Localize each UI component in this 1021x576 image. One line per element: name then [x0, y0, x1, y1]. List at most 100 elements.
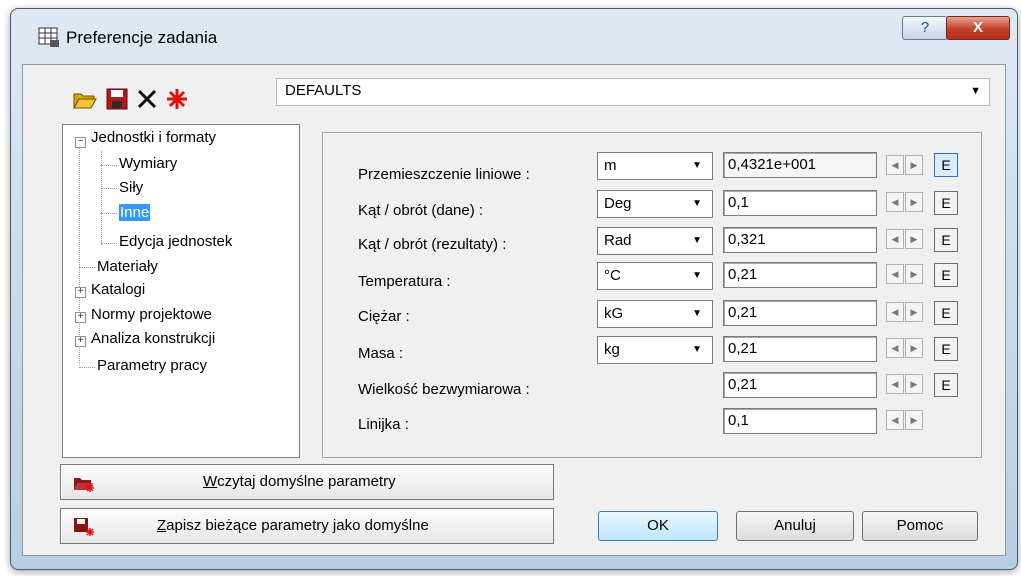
- e-format-button[interactable]: E: [934, 228, 958, 252]
- label-kat-rezultaty: Kąt / obrót (rezultaty) :: [358, 236, 507, 253]
- arrow-right-icon[interactable]: ▶: [905, 338, 923, 358]
- unit-value: kg: [604, 341, 620, 358]
- tree-item-sily[interactable]: Siły: [119, 179, 143, 196]
- chevron-down-icon: ▼: [692, 235, 702, 246]
- label-wielkosc-bezwymiarowa: Wielkość bezwymiarowa :: [358, 381, 530, 398]
- label-ciezar: Ciężar :: [358, 308, 410, 325]
- help-button[interactable]: Pomoc: [862, 511, 978, 541]
- value-field-masa[interactable]: 0,21: [723, 336, 877, 362]
- value-text: 0,21: [728, 304, 758, 321]
- window-title: Preferencje zadania: [66, 28, 218, 47]
- precision-spinner[interactable]: ◀ ▶: [886, 302, 924, 324]
- unit-select-przemieszczenie[interactable]: m ▼: [597, 152, 713, 180]
- unit-select-kat-rezultaty[interactable]: Rad ▼: [597, 227, 713, 255]
- load-defaults-button[interactable]: Wczytaj domyślne parametry: [60, 464, 554, 500]
- new-star-icon[interactable]: [164, 86, 190, 112]
- unit-value: m: [604, 157, 617, 174]
- value-field-temperatura[interactable]: 0,21: [723, 262, 877, 288]
- e-format-button[interactable]: E: [934, 337, 958, 361]
- value-text: 0,21: [728, 266, 758, 283]
- unit-select-temperatura[interactable]: °C ▼: [597, 262, 713, 290]
- profile-combobox[interactable]: DEFAULTS ▼: [276, 78, 990, 106]
- tree-item-katalogi[interactable]: Katalogi: [91, 281, 145, 298]
- open-folder-icon[interactable]: [72, 86, 98, 112]
- value-field-wielkosc-bezwymiarowa[interactable]: 0,21: [723, 372, 877, 398]
- e-format-button[interactable]: E: [934, 153, 958, 177]
- arrow-left-icon[interactable]: ◀: [886, 374, 904, 394]
- value-field-ciezar[interactable]: 0,21: [723, 300, 877, 326]
- close-button[interactable]: X: [946, 16, 1010, 40]
- e-format-button[interactable]: E: [934, 263, 958, 287]
- unit-select-kat-dane[interactable]: Deg ▼: [597, 190, 713, 218]
- arrow-right-icon[interactable]: ▶: [905, 155, 923, 175]
- value-field-kat-rezultaty[interactable]: 0,321: [723, 227, 877, 253]
- precision-spinner[interactable]: ◀ ▶: [886, 338, 924, 360]
- tree-item-wymiary[interactable]: Wymiary: [119, 155, 177, 172]
- tree-item-normy[interactable]: Normy projektowe: [91, 306, 212, 323]
- value-field-kat-dane[interactable]: 0,1: [723, 190, 877, 216]
- arrow-left-icon[interactable]: ◀: [886, 229, 904, 249]
- arrow-right-icon[interactable]: ▶: [905, 264, 923, 284]
- open-folder-star-icon: [74, 478, 94, 492]
- value-text: 0,4321e+001: [728, 156, 817, 173]
- unit-select-ciezar[interactable]: kG ▼: [597, 300, 713, 328]
- value-field-linijka[interactable]: 0,1: [723, 408, 877, 434]
- unit-value: Rad: [604, 232, 632, 249]
- delete-x-icon[interactable]: [134, 86, 160, 112]
- app-table-icon: [38, 27, 59, 47]
- cancel-button[interactable]: Anuluj: [736, 511, 854, 541]
- settings-tree[interactable]: − Jednostki i formaty Wymiary Siły Inne …: [62, 124, 300, 458]
- precision-spinner[interactable]: ◀ ▶: [886, 192, 924, 214]
- tree-item-materialy[interactable]: Materiały: [97, 258, 158, 275]
- arrow-left-icon[interactable]: ◀: [886, 155, 904, 175]
- value-text: 0,1: [728, 194, 749, 211]
- precision-spinner[interactable]: ◀ ▶: [886, 264, 924, 286]
- arrow-left-icon[interactable]: ◀: [886, 302, 904, 322]
- value-field-przemieszczenie[interactable]: 0,4321e+001: [723, 152, 877, 178]
- value-text: 0,1: [728, 412, 749, 429]
- unit-select-masa[interactable]: kg ▼: [597, 336, 713, 364]
- arrow-right-icon[interactable]: ▶: [905, 374, 923, 394]
- label-masa: Masa :: [358, 345, 404, 362]
- precision-spinner[interactable]: ◀ ▶: [886, 155, 924, 177]
- arrow-left-icon[interactable]: ◀: [886, 264, 904, 284]
- precision-spinner[interactable]: ◀ ▶: [886, 374, 924, 396]
- unit-value: °C: [604, 267, 621, 284]
- precision-spinner[interactable]: ◀ ▶: [886, 410, 924, 432]
- label-linijka: Linijka :: [358, 416, 409, 433]
- tree-item-inne[interactable]: Inne: [119, 204, 151, 221]
- arrow-left-icon[interactable]: ◀: [886, 410, 904, 430]
- e-format-button[interactable]: E: [934, 301, 958, 325]
- arrow-right-icon[interactable]: ▶: [905, 192, 923, 212]
- e-format-button[interactable]: E: [934, 373, 958, 397]
- label-kat-dane: Kąt / obrót (dane) :: [358, 202, 484, 219]
- tree-collapse-icon[interactable]: −: [75, 137, 86, 148]
- tree-expand-icon[interactable]: +: [75, 336, 86, 347]
- arrow-right-icon[interactable]: ▶: [905, 410, 923, 430]
- tree-item-edycja-jednostek[interactable]: Edycja jednostek: [119, 233, 232, 250]
- chevron-down-icon: ▼: [692, 270, 702, 281]
- tree-expand-icon[interactable]: +: [75, 312, 86, 323]
- tree-item-analiza[interactable]: Analiza konstrukcji: [91, 330, 215, 347]
- profile-value: DEFAULTS: [285, 82, 362, 99]
- save-defaults-button[interactable]: Zapisz bieżące parametry jako domyślne: [60, 508, 554, 544]
- label-przemieszczenie: Przemieszczenie liniowe :: [358, 166, 530, 183]
- help-titlebar-button[interactable]: ?: [902, 16, 948, 40]
- ok-button[interactable]: OK: [598, 511, 718, 541]
- value-text: 0,321: [728, 231, 766, 248]
- chevron-down-icon[interactable]: ▼: [970, 85, 981, 97]
- e-format-button[interactable]: E: [934, 191, 958, 215]
- chevron-down-icon: ▼: [692, 160, 702, 171]
- arrow-right-icon[interactable]: ▶: [905, 229, 923, 249]
- precision-spinner[interactable]: ◀ ▶: [886, 229, 924, 251]
- arrow-left-icon[interactable]: ◀: [886, 192, 904, 212]
- arrow-right-icon[interactable]: ▶: [905, 302, 923, 322]
- unit-value: Deg: [604, 195, 632, 212]
- mnemonic-w: W: [203, 473, 218, 490]
- tree-expand-icon[interactable]: +: [75, 287, 86, 298]
- tree-item-jednostki[interactable]: Jednostki i formaty: [91, 129, 216, 146]
- arrow-left-icon[interactable]: ◀: [886, 338, 904, 358]
- save-disk-icon[interactable]: [104, 86, 130, 112]
- tree-item-parametry-pracy[interactable]: Parametry pracy: [97, 357, 207, 374]
- chevron-down-icon: ▼: [692, 308, 702, 319]
